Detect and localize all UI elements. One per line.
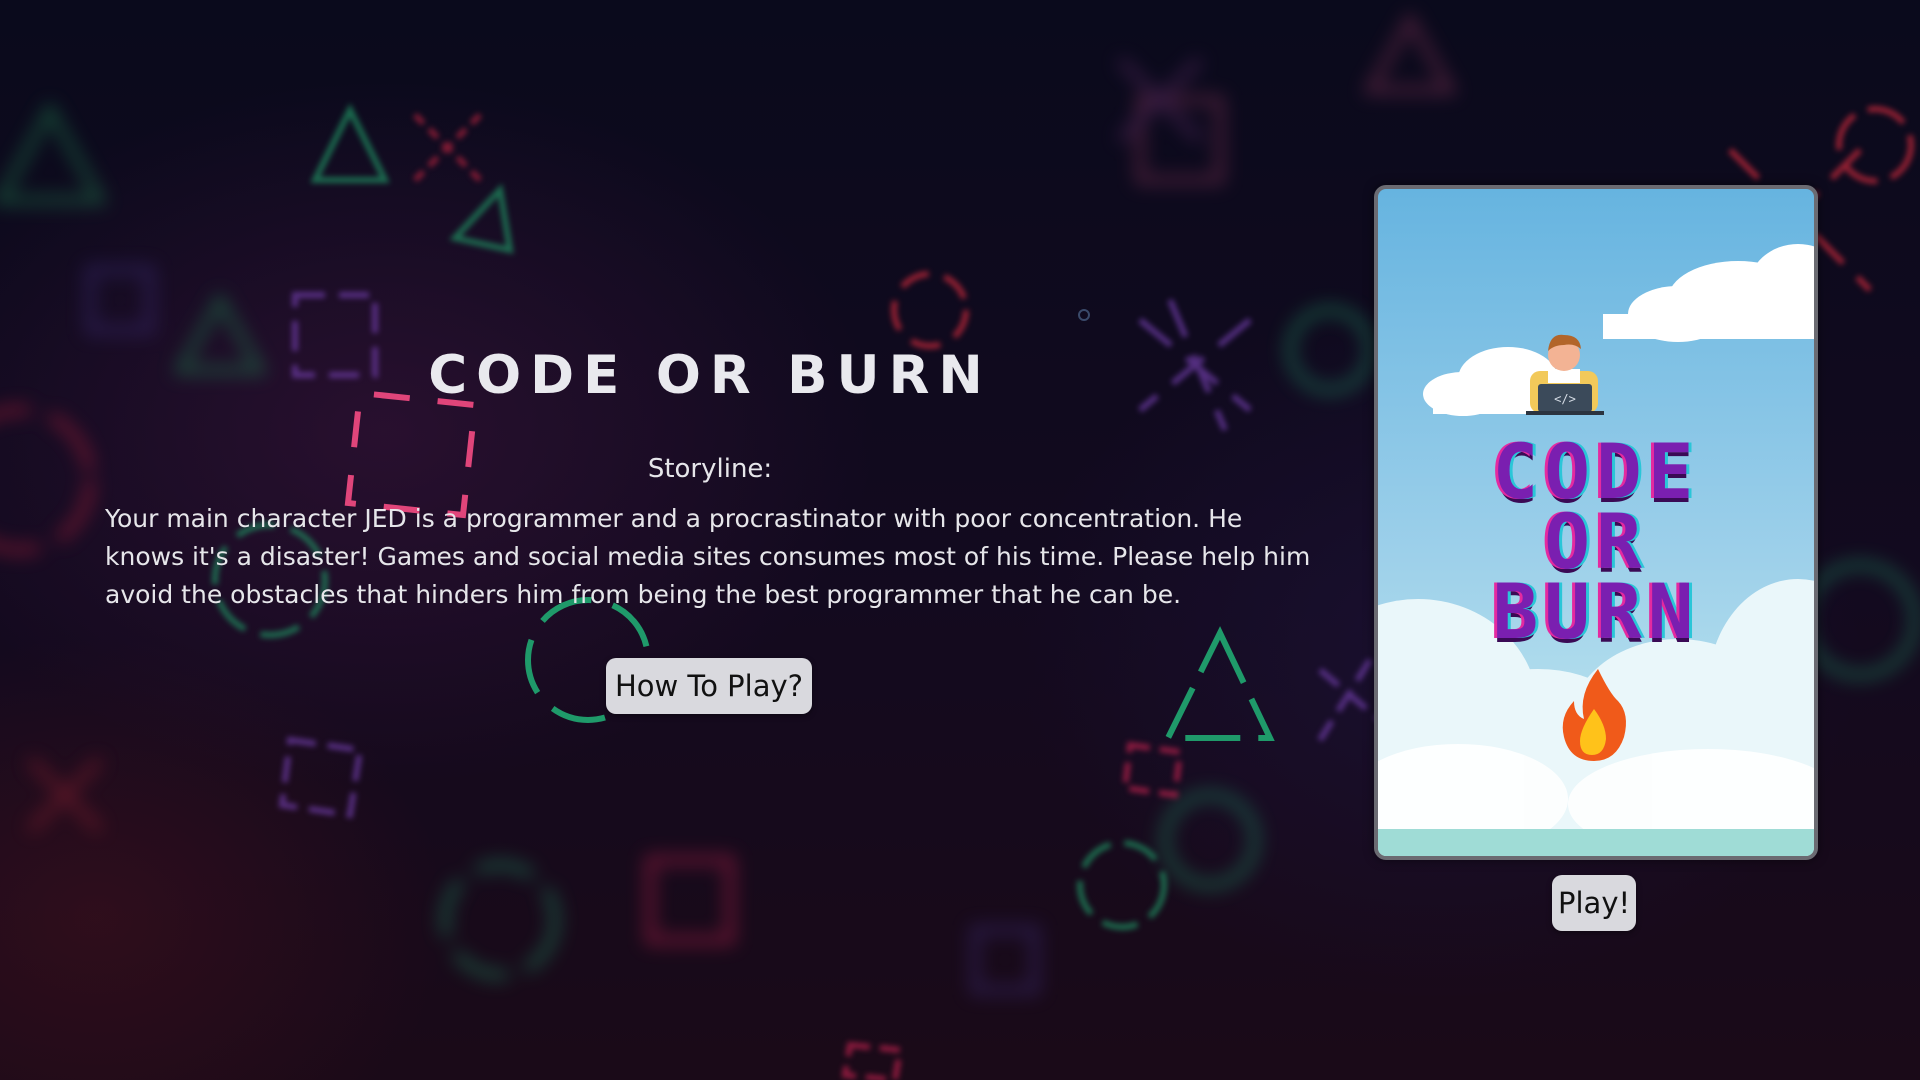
play-button[interactable]: Play! xyxy=(1552,875,1636,931)
bg-square-shape xyxy=(841,1041,904,1080)
bg-circle-shape xyxy=(1836,106,1914,184)
bg-triangle-shape xyxy=(449,183,514,254)
bg-square-shape xyxy=(278,736,364,819)
game-cover-card: </> CODE OR BURN xyxy=(1374,185,1818,860)
bg-cross-shape xyxy=(26,756,104,834)
bg-triangle-shape xyxy=(1362,10,1458,95)
bg-circle-shape xyxy=(1160,790,1260,890)
storyline-heading: Storyline: xyxy=(647,454,773,484)
bg-circle-shape xyxy=(1077,840,1167,930)
bg-square-shape xyxy=(645,855,735,945)
bg-triangle-shape xyxy=(1163,626,1275,741)
game-title: CODE OR BURN xyxy=(428,345,992,406)
cloud-icon xyxy=(1603,244,1814,342)
bg-dot-shape xyxy=(1078,309,1090,321)
bg-circle-shape xyxy=(0,405,95,555)
bg-square-shape xyxy=(1121,741,1184,799)
bg-triangle-shape xyxy=(310,103,390,183)
bg-triangle-shape xyxy=(0,100,108,205)
bg-cross-shape xyxy=(1317,658,1382,742)
bg-circle-shape xyxy=(891,271,969,349)
storyline-text: Your main character JED is a programmer … xyxy=(105,504,1311,609)
how-to-play-button[interactable]: How To Play? xyxy=(606,658,812,714)
bg-circle-shape xyxy=(1800,560,1920,680)
game-start-screen: CODE OR BURN Storyline: Your main charac… xyxy=(0,0,1920,1080)
bg-cross-shape xyxy=(412,112,483,183)
bg-square-shape xyxy=(85,265,155,335)
bg-square-shape xyxy=(970,925,1040,995)
cover-logo-line: BURN xyxy=(1492,567,1700,656)
programmer-at-laptop-icon: </> xyxy=(1526,334,1604,415)
bg-circle-shape xyxy=(440,860,560,980)
svg-text:</>: </> xyxy=(1554,392,1576,406)
